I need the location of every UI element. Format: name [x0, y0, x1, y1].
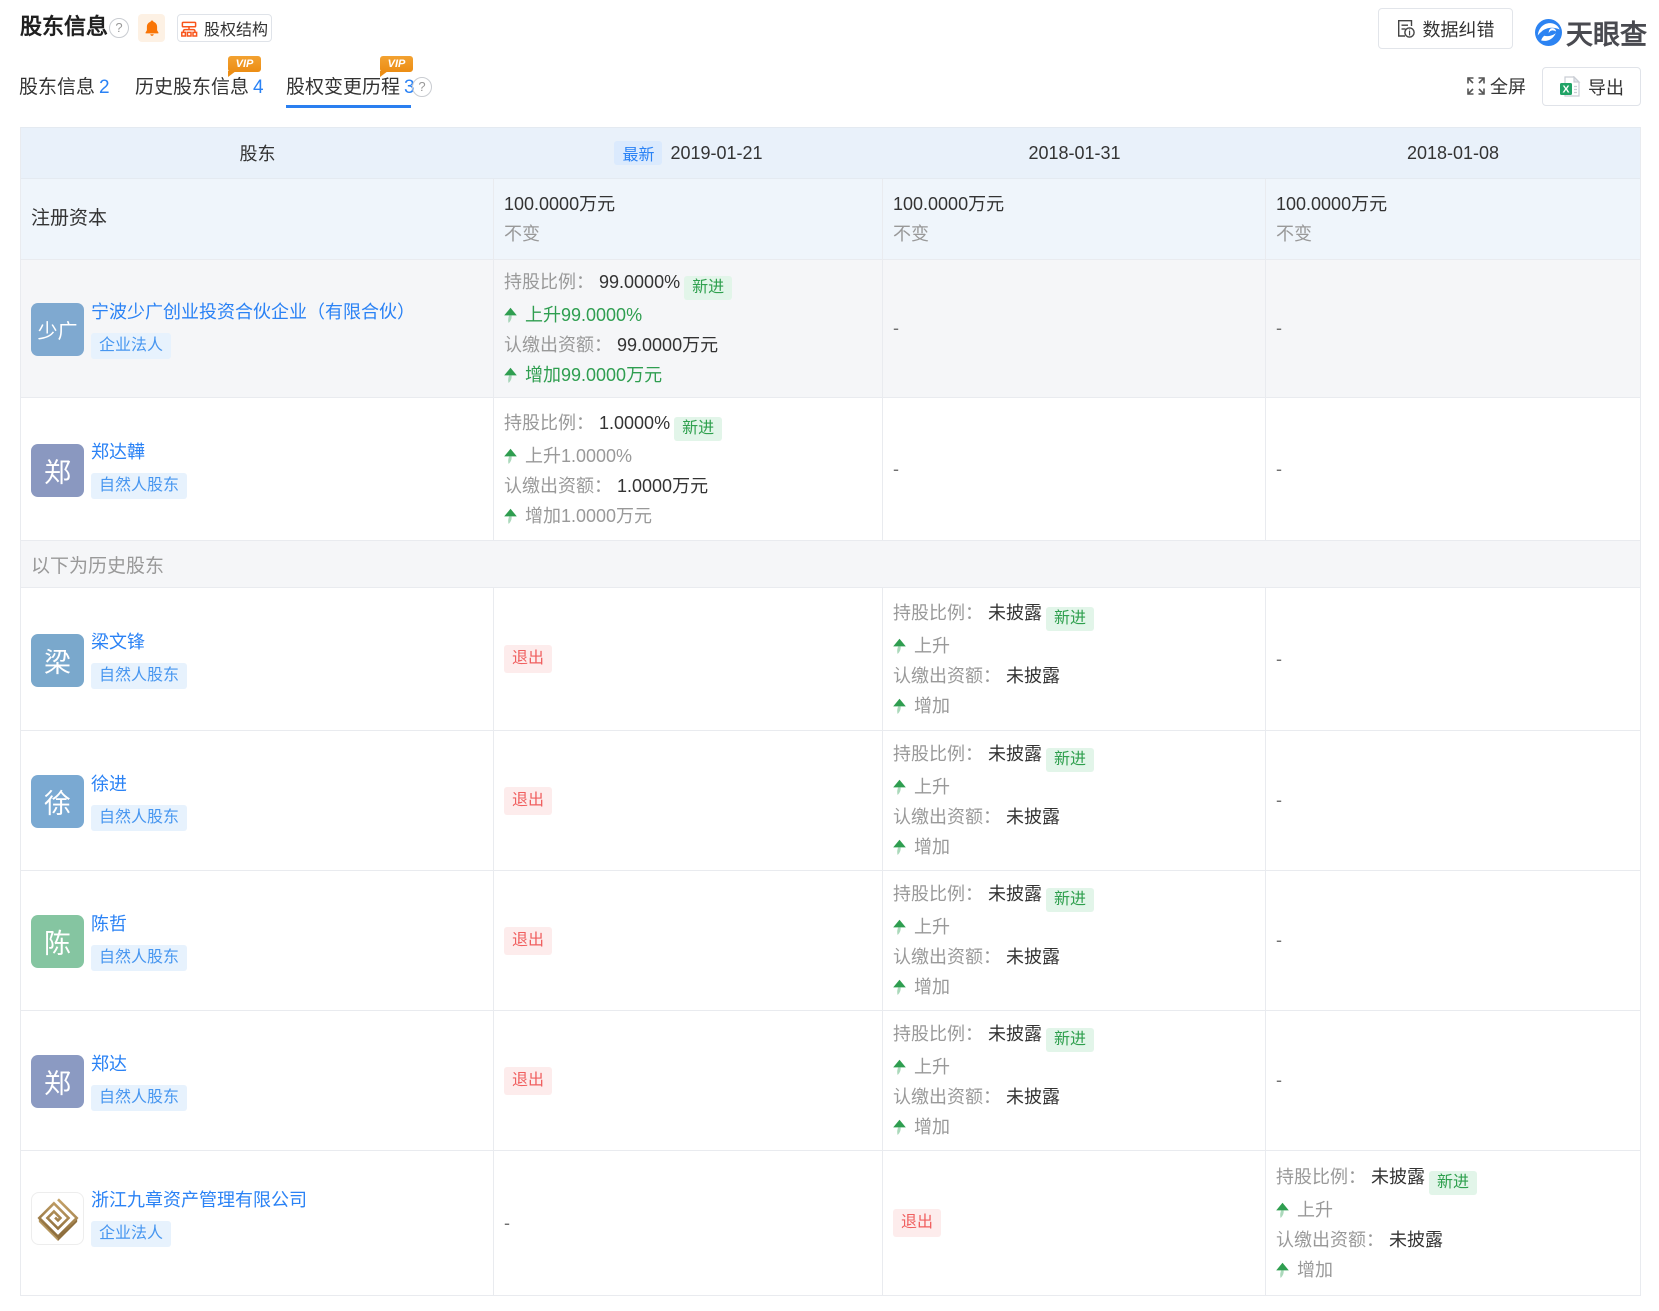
- svg-text:i: i: [1408, 27, 1410, 37]
- svg-text:X: X: [1562, 83, 1569, 95]
